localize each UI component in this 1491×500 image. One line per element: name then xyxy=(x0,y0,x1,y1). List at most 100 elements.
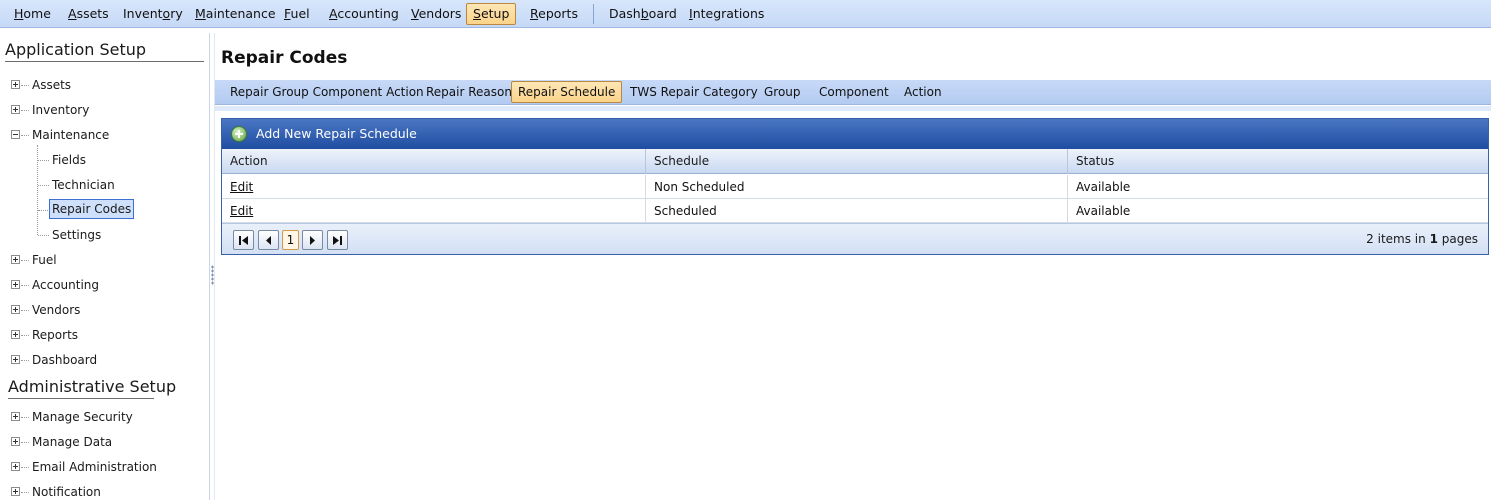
schedule-cell: Non Scheduled xyxy=(645,175,1067,199)
tree-item-assets[interactable]: Assets xyxy=(32,75,71,95)
application-setup-rule xyxy=(5,61,204,62)
tree-item-repair-codes[interactable]: Repair Codes xyxy=(49,199,135,219)
tree-expand-icon[interactable] xyxy=(11,487,20,496)
tree-collapse-icon[interactable] xyxy=(11,130,20,139)
application-setup-title: Application Setup xyxy=(5,40,147,59)
tree-expand-icon[interactable] xyxy=(11,255,20,264)
menu-assets[interactable]: Assets xyxy=(61,3,116,25)
tree-connector xyxy=(21,467,29,468)
tree-connector xyxy=(21,492,29,493)
menu-vendors[interactable]: Vendors xyxy=(404,3,468,25)
splitter-grip-icon[interactable] xyxy=(211,265,214,285)
tree-expand-icon[interactable] xyxy=(11,305,20,314)
tree-item-technician[interactable]: Technician xyxy=(52,175,115,195)
menu-inventory[interactable]: Inventory xyxy=(116,3,190,25)
tree-connector xyxy=(38,160,49,161)
action-cell: Edit xyxy=(222,199,645,223)
tab-repair-group-component-action[interactable]: Repair Group Component Action xyxy=(223,81,431,103)
column-header-status[interactable]: Status xyxy=(1067,149,1488,174)
tree-connector xyxy=(21,85,29,86)
tree-connector xyxy=(21,360,29,361)
table-row: Edit Scheduled Available xyxy=(222,199,1488,223)
menu-maintenance[interactable]: Maintenance xyxy=(188,3,283,25)
menu-accounting[interactable]: Accounting xyxy=(322,3,406,25)
next-page-icon xyxy=(310,236,315,245)
tree-item-notification[interactable]: Notification xyxy=(32,482,101,500)
tree-item-fields[interactable]: Fields xyxy=(52,150,86,170)
tree-expand-icon[interactable] xyxy=(11,280,20,289)
administrative-setup-title: Administrative Setup xyxy=(8,377,177,396)
grid-header-row: Action Schedule Status xyxy=(222,149,1488,174)
tab-content-band xyxy=(215,106,1491,111)
column-header-action[interactable]: Action xyxy=(222,149,645,174)
tree-expand-icon[interactable] xyxy=(11,437,20,446)
pager-summary: 2 items in 1 pages xyxy=(1366,224,1478,255)
tab-action[interactable]: Action xyxy=(897,81,949,103)
prev-page-icon xyxy=(266,236,271,245)
edit-link[interactable]: Edit xyxy=(230,180,253,194)
prev-page-button[interactable] xyxy=(258,230,279,250)
schedule-cell: Scheduled xyxy=(645,199,1067,223)
tab-group[interactable]: Group xyxy=(757,81,808,103)
tree-connector xyxy=(38,210,48,211)
repair-schedule-grid: Add New Repair Schedule Action Schedule … xyxy=(221,118,1489,255)
tree-expand-icon[interactable] xyxy=(11,412,20,421)
last-page-icon xyxy=(333,236,342,245)
tree-connector xyxy=(21,335,29,336)
tab-repair-reason[interactable]: Repair Reason xyxy=(419,81,519,103)
menu-setup[interactable]: Setup xyxy=(466,3,517,25)
tree-item-maintenance[interactable]: Maintenance xyxy=(32,125,109,145)
tree-connector xyxy=(21,285,29,286)
tree-expand-icon[interactable] xyxy=(11,462,20,471)
page-number-current[interactable]: 1 xyxy=(282,230,299,250)
last-page-button[interactable] xyxy=(327,230,348,250)
edit-link[interactable]: Edit xyxy=(230,204,253,218)
tab-repair-schedule[interactable]: Repair Schedule xyxy=(511,81,623,103)
tree-connector xyxy=(21,417,29,418)
setup-navigation-panel: Application Setup Assets Inventory Maint… xyxy=(0,33,210,500)
repair-codes-tabstrip: Repair Group Component Action Repair Rea… xyxy=(215,80,1491,105)
tree-connector xyxy=(21,310,29,311)
menu-dashboard[interactable]: Dashboard xyxy=(602,3,684,25)
tree-expand-icon[interactable] xyxy=(11,80,20,89)
action-cell: Edit xyxy=(222,175,645,199)
administrative-setup-rule xyxy=(8,398,154,399)
tree-item-vendors[interactable]: Vendors xyxy=(32,300,80,320)
tree-item-manage-security[interactable]: Manage Security xyxy=(32,407,133,427)
menu-fuel[interactable]: Fuel xyxy=(277,3,317,25)
menu-integrations[interactable]: Integrations xyxy=(682,3,771,25)
tree-item-accounting[interactable]: Accounting xyxy=(32,275,99,295)
column-header-schedule[interactable]: Schedule xyxy=(645,149,1067,174)
tree-expand-icon[interactable] xyxy=(11,105,20,114)
tree-connector xyxy=(37,145,38,235)
tree-expand-icon[interactable] xyxy=(11,330,20,339)
grid-command-bar: Add New Repair Schedule xyxy=(222,119,1488,149)
tree-item-reports[interactable]: Reports xyxy=(32,325,78,345)
menu-home[interactable]: Home xyxy=(7,3,58,25)
tree-connector xyxy=(21,260,29,261)
tab-tws-repair-category[interactable]: TWS Repair Category xyxy=(623,81,765,103)
pager-pages-text: pages xyxy=(1441,232,1478,246)
add-circle-icon[interactable] xyxy=(231,126,247,142)
tree-item-dashboard[interactable]: Dashboard xyxy=(32,350,97,370)
tree-item-fuel[interactable]: Fuel xyxy=(32,250,57,270)
tree-connector xyxy=(38,235,49,236)
menu-reports[interactable]: Reports xyxy=(523,3,585,25)
first-page-icon xyxy=(239,236,248,245)
tree-expand-icon[interactable] xyxy=(11,355,20,364)
status-cell: Available xyxy=(1067,199,1488,223)
tree-item-settings[interactable]: Settings xyxy=(52,225,101,245)
pager-page-count: 1 xyxy=(1429,232,1438,246)
page-title: Repair Codes xyxy=(221,48,348,68)
status-cell: Available xyxy=(1067,175,1488,199)
first-page-button[interactable] xyxy=(233,230,254,250)
tree-item-email-administration[interactable]: Email Administration xyxy=(32,457,157,477)
tree-connector xyxy=(21,110,29,111)
next-page-button[interactable] xyxy=(302,230,323,250)
tab-component[interactable]: Component xyxy=(812,81,896,103)
tree-item-manage-data[interactable]: Manage Data xyxy=(32,432,112,452)
table-row: Edit Non Scheduled Available xyxy=(222,175,1488,199)
tree-item-inventory[interactable]: Inventory xyxy=(32,100,89,120)
tree-connector xyxy=(21,442,29,443)
add-new-repair-schedule-button[interactable]: Add New Repair Schedule xyxy=(256,119,417,149)
